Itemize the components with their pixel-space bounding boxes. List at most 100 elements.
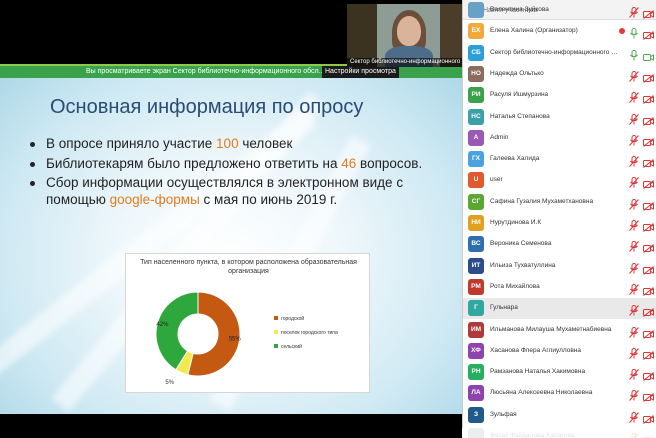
participant-row[interactable]: РМ Рота Михайлова — [463, 277, 656, 298]
video-off-icon[interactable] — [643, 70, 654, 83]
mic-muted-icon[interactable] — [629, 175, 639, 189]
video-off-icon[interactable] — [643, 368, 654, 381]
mic-icon[interactable] — [629, 48, 639, 61]
mic-muted-icon[interactable] — [629, 261, 639, 274]
bullet-dot — [30, 161, 35, 167]
participant-row[interactable]: ГХ Галеева Халида — [463, 149, 656, 170]
mic-muted-icon[interactable] — [629, 112, 639, 125]
participant-row[interactable]: ИТ Ильиза Тухватуллина — [463, 256, 656, 277]
video-off-icon[interactable] — [643, 389, 654, 403]
video-off-icon[interactable] — [643, 219, 654, 232]
participant-row[interactable]: НО Надежда Ольтько — [463, 64, 656, 85]
participant-name: Галеева Халида — [490, 155, 540, 163]
avatar: НО — [468, 65, 484, 82]
recording-icon — [619, 28, 625, 35]
participant-row[interactable]: НС Наталья Степанова — [463, 107, 656, 128]
avatar: СБ — [468, 44, 484, 61]
avatar: ХФ — [468, 342, 484, 359]
video-off-icon[interactable] — [643, 283, 654, 296]
mic-muted-icon[interactable] — [629, 410, 639, 423]
mic-muted-icon[interactable] — [629, 346, 639, 359]
slide-title: Основная информация по опросу — [50, 96, 364, 118]
video-off-icon[interactable] — [643, 304, 654, 318]
speaker-face — [397, 16, 421, 46]
bullet-item: Библиотекарям было предложено ответить н… — [30, 156, 450, 173]
data-label: 55% — [229, 337, 242, 343]
mic-muted-icon[interactable] — [629, 325, 639, 338]
video-off-icon[interactable] — [643, 91, 654, 105]
avatar: СГ — [468, 193, 484, 210]
video-off-icon[interactable] — [643, 176, 654, 190]
participant-row[interactable]: РН Рамзанова Наталья Хакимовна — [463, 362, 656, 383]
participant-row[interactable]: Валентина Зуйкова — [463, 0, 656, 21]
video-off-icon[interactable] — [643, 240, 654, 254]
share-banner: Вы просматриваете экран Сектор библиотеч… — [0, 66, 462, 78]
participant-row[interactable]: З Зульфая — [463, 405, 656, 426]
video-off-icon[interactable] — [643, 134, 654, 147]
panel-footer-fade — [462, 428, 656, 438]
avatar: ВС — [468, 236, 484, 253]
participant-row[interactable]: НИ Нурутдинова И.К — [463, 213, 656, 234]
participant-row[interactable]: СГ Сафина Гузалия Мухаметхановна — [463, 192, 656, 213]
participant-row[interactable]: Г Гульнара — [463, 298, 656, 320]
participant-name: Ильманова Милауша Мухаметнабиевна — [490, 325, 612, 333]
chart-container: Тип населенного пункта, в котором распол… — [125, 253, 370, 393]
video-off-icon[interactable] — [643, 411, 654, 424]
avatar: Г — [468, 300, 484, 317]
participant-row[interactable]: СБ Сектор библиотечно-информационного обс… — [463, 43, 656, 64]
mic-muted-icon[interactable] — [629, 154, 639, 167]
participant-name: Гульнара — [490, 304, 518, 312]
legend-label: поселок городского типа — [281, 330, 338, 336]
speaker-video-tile[interactable]: Сектор библиотечно-информационного о... — [347, 4, 462, 67]
presentation-slide: Основная информация по опросу В опросе п… — [0, 64, 462, 414]
video-icon[interactable] — [643, 49, 654, 61]
bullet-highlight: google-формы — [109, 191, 200, 207]
avatar — [468, 2, 484, 18]
legend-label: городской — [281, 315, 304, 322]
participant-row[interactable]: ВС Вероника Семенова — [463, 234, 656, 255]
mic-muted-icon[interactable] — [629, 133, 639, 146]
avatar: НИ — [468, 215, 484, 231]
mic-muted-icon[interactable] — [629, 282, 639, 295]
avatar: A — [468, 129, 484, 146]
mic-muted-icon[interactable] — [629, 367, 639, 380]
mic-muted-icon[interactable] — [629, 5, 639, 18]
mic-muted-icon[interactable] — [629, 69, 639, 82]
mic-muted-icon[interactable] — [629, 388, 639, 402]
mic-muted-icon[interactable] — [629, 303, 639, 317]
mic-muted-icon[interactable] — [629, 197, 639, 210]
view-settings-button[interactable]: Настройки просмотра — [322, 66, 399, 78]
mic-muted-icon[interactable] — [629, 90, 639, 104]
video-off-icon[interactable] — [643, 113, 654, 126]
video-off-icon[interactable] — [643, 262, 654, 275]
participant-row[interactable]: РИ Расуля Ишмурзина — [463, 85, 656, 106]
participant-name: Наталья Степанова — [490, 112, 550, 120]
participant-row[interactable]: ИМ Ильманова Милауша Мухаметнабиевна — [463, 320, 656, 341]
participant-row[interactable]: ЕХ Елена Халина (Организатор) — [463, 21, 656, 42]
avatar: U — [468, 172, 484, 189]
data-label: 5% — [165, 380, 174, 386]
avatar: РН — [468, 364, 484, 381]
video-off-icon[interactable] — [643, 6, 654, 19]
participant-row[interactable]: A Admin — [463, 128, 656, 149]
mic-muted-icon[interactable] — [629, 218, 639, 231]
avatar: ИМ — [468, 321, 484, 338]
legend-swatch — [274, 344, 278, 348]
participant-name: Зульфая — [490, 410, 517, 418]
participant-row[interactable]: Uuser — [463, 170, 656, 191]
bullet-text: вопросов. — [356, 155, 423, 171]
bullet-list: В опросе приняло участие 100 человек Биб… — [30, 136, 450, 211]
mic-muted-icon[interactable] — [629, 239, 639, 253]
participant-name: Расуля Ишмурзина — [490, 91, 549, 99]
video-off-icon[interactable] — [643, 155, 654, 168]
video-off-icon[interactable] — [643, 326, 654, 339]
video-off-icon[interactable] — [643, 347, 654, 360]
data-label: 42% — [156, 322, 169, 328]
participant-row[interactable]: ХФ Хасанова Флера Аглиулловна — [463, 341, 656, 362]
participant-name: user — [490, 176, 503, 184]
donut-chart: 55% 5% 42% городской поселок городского типа… — [155, 291, 338, 386]
video-off-icon[interactable] — [643, 198, 654, 211]
video-off-icon[interactable] — [643, 27, 654, 41]
mic-icon[interactable] — [629, 26, 639, 39]
participant-row[interactable]: ЛА Люсьяна Алексеевна Николаевна — [463, 383, 656, 404]
